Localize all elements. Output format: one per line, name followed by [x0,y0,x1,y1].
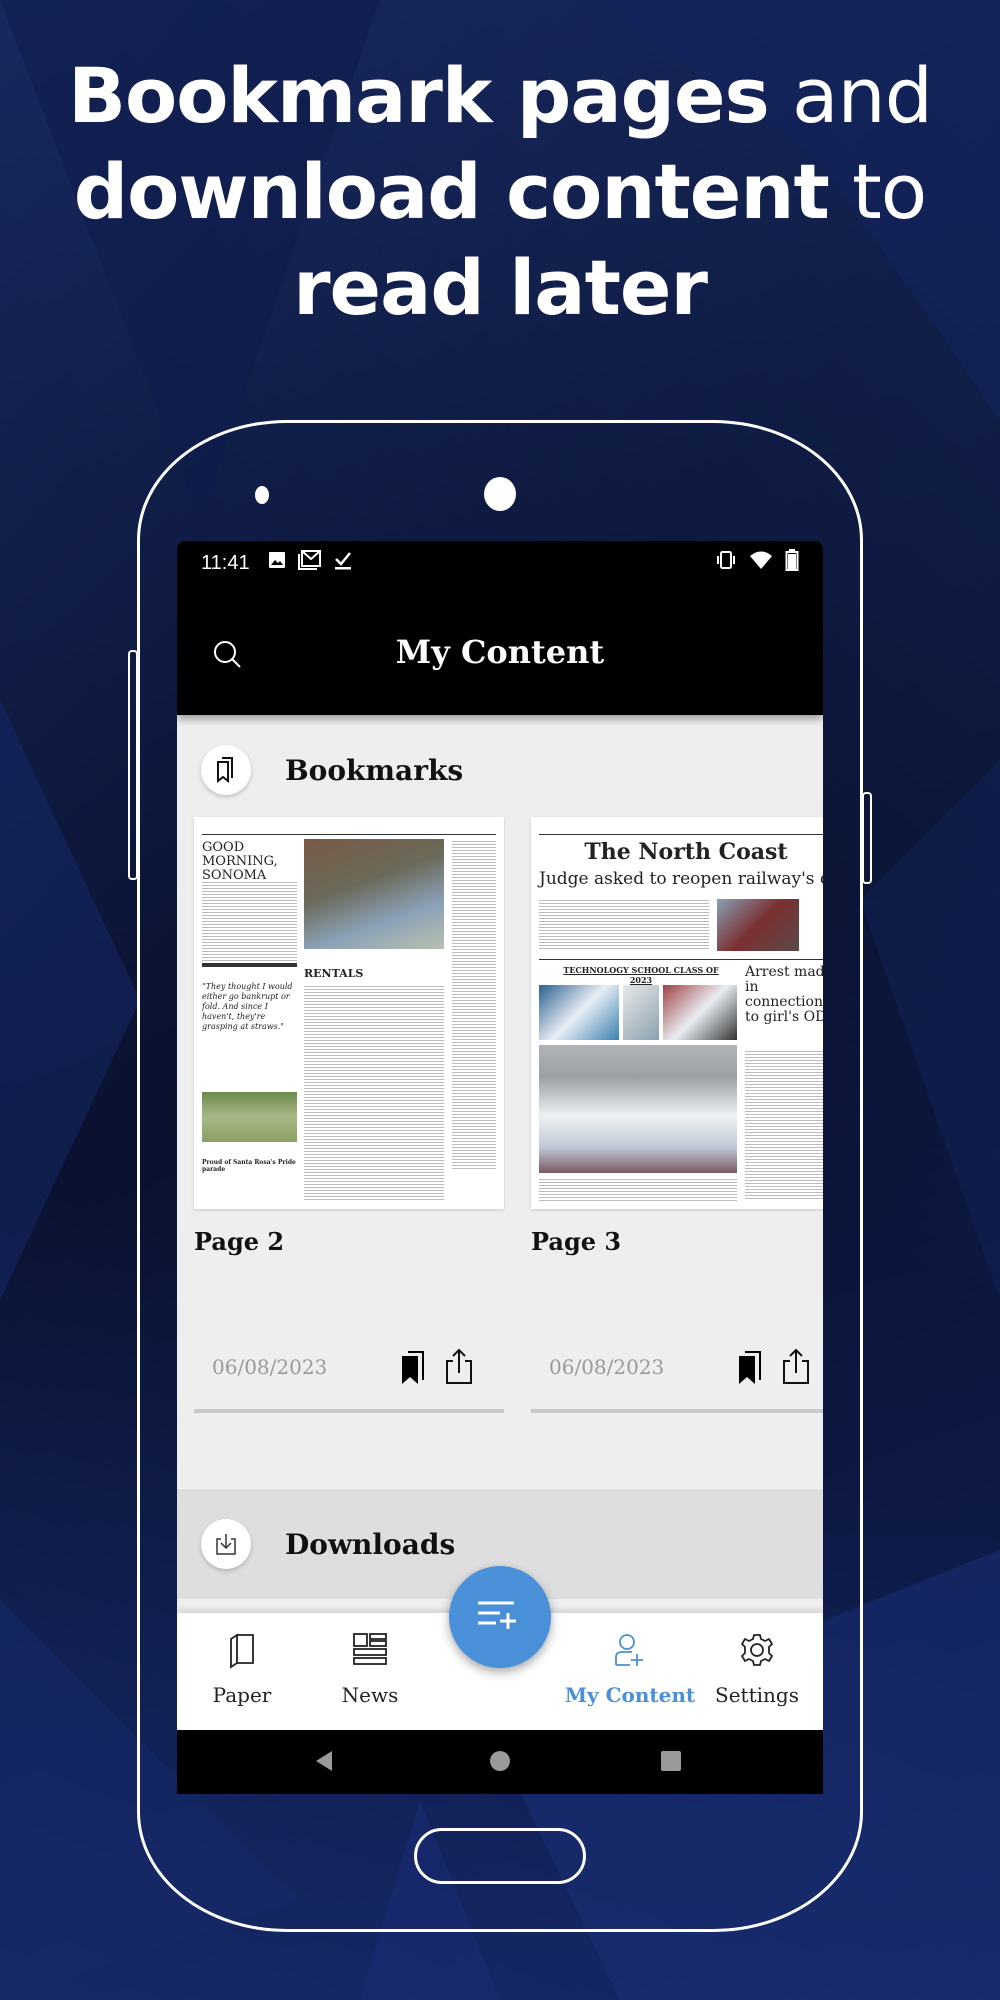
phone-side-button-left [128,650,138,880]
newspaper-page-2: GOOD MORNING, SONOMA COUNTY "They though… [194,817,504,1209]
thumb-footer: Proud of Santa Rosa's Pride parade [202,1159,296,1173]
phone-home-button[interactable] [414,1828,586,1884]
thumb-topline [539,825,823,835]
nav-item-news[interactable]: News [310,1613,430,1730]
share-icon[interactable] [444,1347,474,1390]
battery-icon [785,549,799,577]
gmail-icon [297,550,322,576]
app-header: My Content [177,585,823,715]
thumb-quote: "They thought I would either go bankrupt… [202,982,293,1031]
nav-item-my-content[interactable]: My Content [560,1613,700,1730]
page-thumbnail[interactable]: The North Coast Judge asked to reopen ra… [531,817,823,1209]
thumb-rule [539,959,823,960]
nav-label: My Content [564,1683,696,1707]
home-icon[interactable] [489,1750,511,1777]
bookmark-date: 06/08/2023 [212,1355,328,1379]
thumb-section: TECHNOLOGY SCHOOL CLASS OF 2023 [563,965,719,985]
card-meta: 06/08/2023 [531,1337,823,1397]
bookmark-icon[interactable] [400,1351,426,1390]
share-icon[interactable] [781,1347,811,1390]
thumb-photo [304,839,444,949]
thumb-caption [539,1179,737,1201]
download-done-icon [334,550,352,576]
status-bar: 11:41 [177,541,823,585]
bookmark-card[interactable]: The North Coast Judge asked to reopen ra… [531,817,823,1413]
headline-line-2-light: to [828,147,927,236]
thumb-rule [202,963,297,967]
system-navigation-bar [177,1730,823,1794]
thumb-heading: The North Coast [584,839,788,865]
nav-label: News [341,1683,399,1707]
thumb-body-columns [539,899,709,949]
wifi-icon [749,550,773,576]
nav-label: Paper [212,1683,272,1707]
headline-line-1-light: and [768,51,933,140]
nav-item-settings[interactable]: Settings [697,1613,817,1730]
add-to-playlist-button[interactable] [449,1566,551,1668]
bookmarks-label: Bookmarks [285,753,464,787]
page-label: Page 3 [531,1227,622,1256]
thumb-topline [202,825,496,835]
downloads-label: Downloads [285,1527,456,1561]
page-title: My Content [395,633,605,671]
card-divider [194,1409,504,1413]
thumb-photo-grad-3 [663,985,737,1040]
download-icon [201,1519,251,1569]
person-add-icon [560,1633,700,1667]
thumb-sidebar-column [452,839,496,1169]
gear-icon [697,1633,817,1667]
status-time: 11:41 [201,551,250,574]
bookmark-card[interactable]: GOOD MORNING, SONOMA COUNTY "They though… [194,817,504,1413]
thumb-photo-lake [202,1092,297,1142]
nav-item-paper[interactable]: Paper [182,1613,302,1730]
headline-line-2: download content [73,147,830,236]
thumb-photo-grad-2 [623,985,659,1040]
thumb-photo-grad-1 [539,985,619,1040]
bookmarks-icon [201,745,251,795]
back-icon[interactable] [314,1750,334,1777]
thumb-column [202,881,297,961]
promo-headline: Bookmark pages and download content to r… [0,48,1000,336]
thumb-side-headline: Arrest made in connection to girl's OD [745,964,823,1025]
nav-label: Settings [715,1683,799,1707]
newspaper-page-3: The North Coast Judge asked to reopen ra… [531,817,823,1209]
page-thumbnail[interactable]: GOOD MORNING, SONOMA COUNTY "They though… [194,817,504,1209]
headline-line-1: Bookmark pages [68,51,770,140]
phone-camera [484,477,516,511]
headline-line-3: read later [293,243,708,332]
thumb-section: RENTALS [304,967,364,980]
playlist-add-icon [476,1599,524,1636]
thumb-photo-crowd [539,1045,737,1173]
thumb-body-columns [304,985,444,1200]
recents-icon[interactable] [660,1750,682,1777]
phone-sensor [255,486,269,504]
card-divider [531,1409,823,1413]
phone-side-button-right [862,792,872,884]
thumb-headline: Judge asked to reopen railway's case [539,869,823,889]
content-area[interactable]: Bookmarks GOOD MORNING, SONOMA COUNTY "T… [177,715,823,1675]
phone-screen: 11:41 My Content Bookmarks GOOD MORNING,… [177,541,823,1794]
bookmark-icon[interactable] [737,1351,763,1390]
image-icon [268,551,286,575]
card-meta: 06/08/2023 [194,1337,504,1397]
paper-icon [182,1633,302,1669]
status-icons-right [715,549,799,577]
page-label: Page 2 [194,1227,285,1256]
bookmarks-section-header: Bookmarks [177,715,823,825]
thumb-side-column [745,1049,823,1199]
vibrate-icon [715,550,737,576]
news-icon [310,1633,430,1665]
bookmark-date: 06/08/2023 [549,1355,665,1379]
thumb-photo-train [717,899,799,951]
